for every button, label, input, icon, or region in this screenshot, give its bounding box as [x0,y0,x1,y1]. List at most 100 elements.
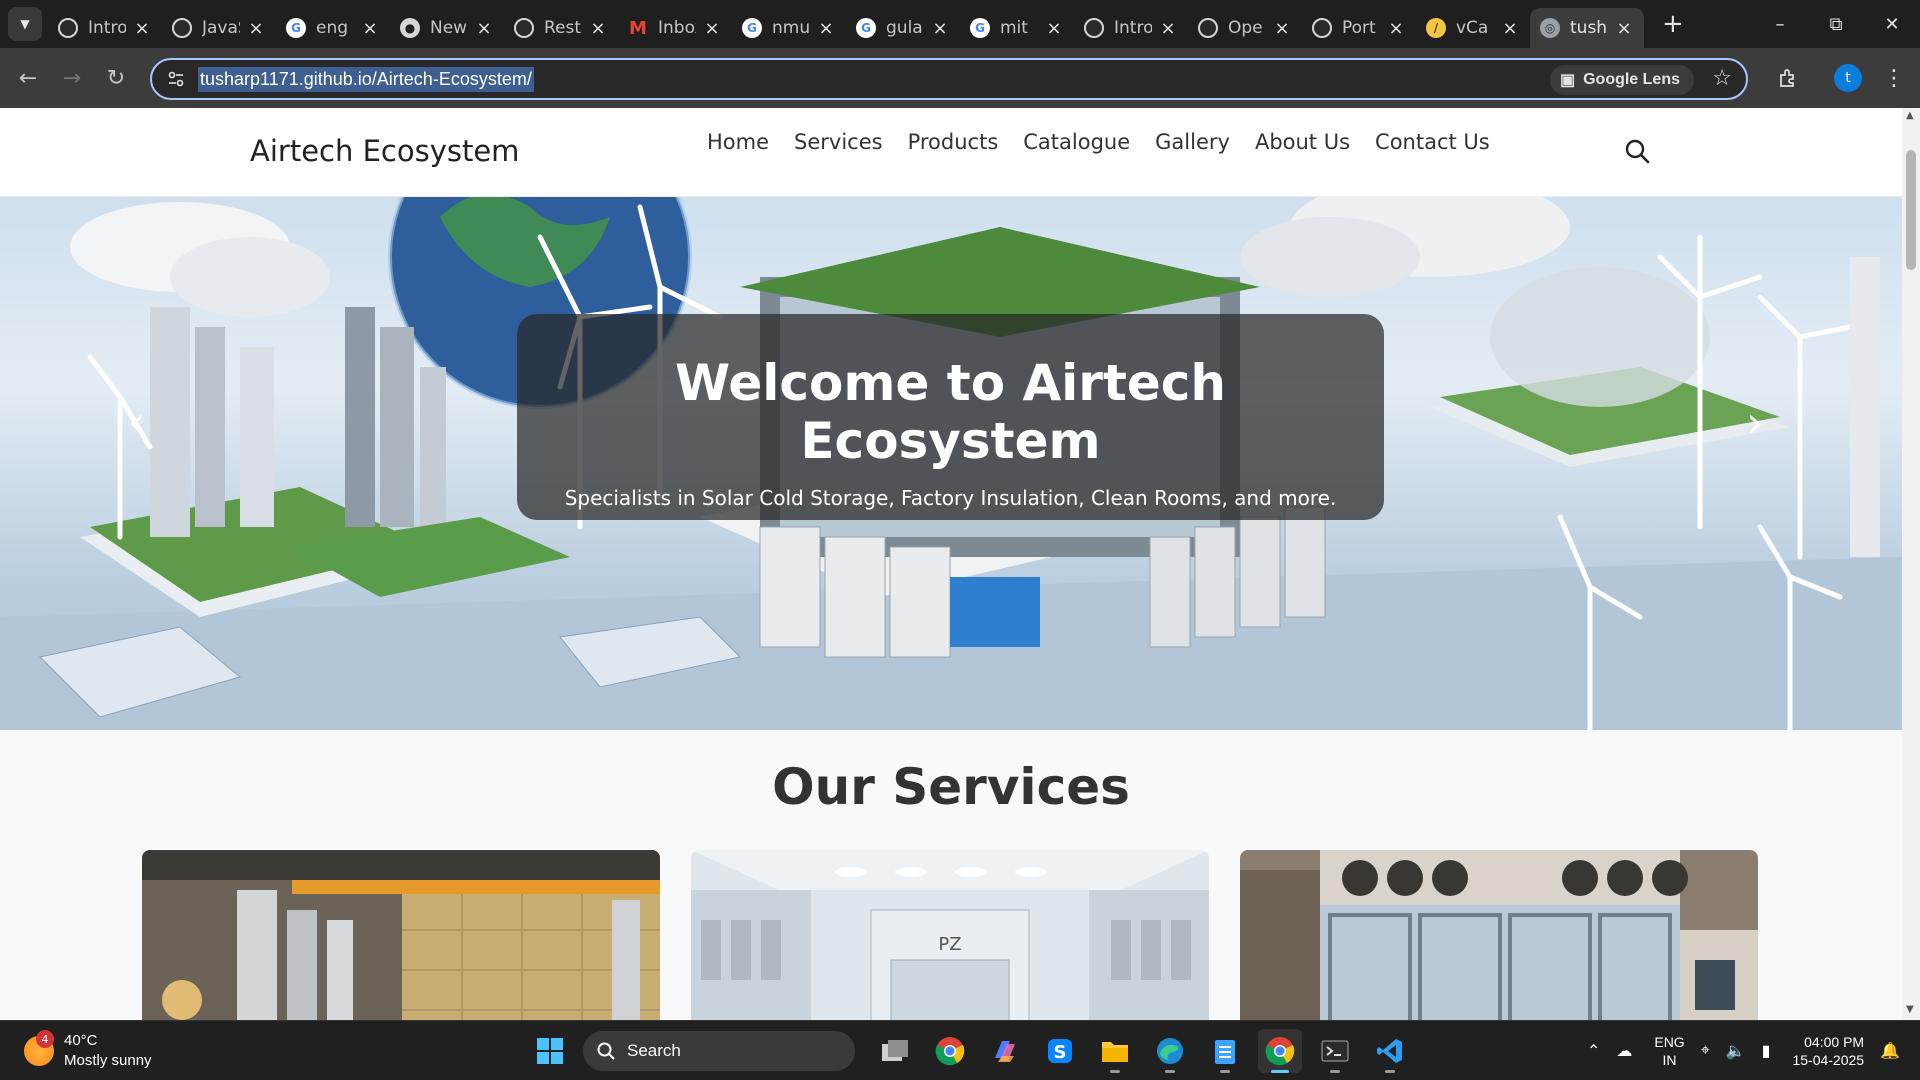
chatgpt-icon [514,18,534,38]
close-tab-icon[interactable]: × [930,18,950,39]
google-lens-button[interactable]: ▣ Google Lens [1549,65,1694,95]
vscode-taskbar-app[interactable] [1368,1029,1412,1073]
service-card-clean-rooms[interactable]: PZ [691,850,1209,1020]
chevron-up-icon[interactable]: ⌃ [1587,1041,1600,1061]
terminal-icon [1321,1040,1349,1062]
close-tab-icon[interactable]: × [132,18,152,39]
battery-icon[interactable]: ▮ [1762,1041,1771,1061]
carousel-next-icon[interactable]: › [1746,397,1764,448]
close-tab-icon[interactable]: × [702,18,722,39]
file-explorer-taskbar-app[interactable] [1093,1029,1137,1073]
close-tab-icon[interactable]: × [816,18,836,39]
copilot-taskbar-app[interactable] [983,1029,1027,1073]
tab-title: nmu [772,18,810,38]
google-icon: G [856,18,876,38]
browser-tab[interactable]: Rest × [504,8,618,48]
close-tab-icon[interactable]: × [1272,18,1292,39]
service-card-cold-storage[interactable] [1240,850,1758,1020]
reload-button[interactable]: ↻ [94,56,138,100]
volume-icon[interactable]: 🔈 [1726,1041,1746,1061]
wifi-icon[interactable]: ⌖ [1701,1042,1710,1060]
browser-tab[interactable]: Port × [1302,8,1416,48]
notepad-taskbar-app[interactable] [1203,1029,1247,1073]
browser-tab[interactable]: Geng × [276,8,390,48]
nav-link-home[interactable]: Home [707,130,769,154]
start-button[interactable] [528,1029,572,1073]
browser-tab[interactable]: Ggula × [846,8,960,48]
vcard-icon: / [1426,18,1446,38]
extensions-icon[interactable] [1768,58,1808,98]
address-bar[interactable]: tusharp1171.github.io/Airtech-Ecosystem/… [150,58,1748,100]
task-view-button[interactable] [873,1029,917,1073]
onedrive-icon[interactable]: ☁ [1616,1041,1632,1061]
tab-title: Port [1342,18,1376,38]
close-tab-icon[interactable]: × [246,18,266,39]
language-indicator[interactable]: ENG IN [1654,1033,1684,1069]
profile-avatar[interactable]: t [1834,64,1862,92]
url-text[interactable]: tusharp1171.github.io/Airtech-Ecosystem/ [198,66,534,92]
browser-tab[interactable]: Ope × [1188,8,1302,48]
taskbar-search[interactable]: Search [583,1031,855,1071]
forward-button[interactable]: → [50,56,94,100]
minimize-button[interactable]: – [1752,0,1808,48]
clock-date: 15-04-2025 [1792,1052,1865,1068]
nav-link-contact-us[interactable]: Contact Us [1375,130,1490,154]
site-info-icon[interactable] [156,69,196,89]
edge-taskbar-app[interactable] [1148,1029,1192,1073]
nav-link-services[interactable]: Services [794,130,883,154]
close-tab-icon[interactable]: × [588,18,608,39]
carousel-prev-icon[interactable]: ‹ [128,397,146,448]
browser-tab[interactable]: Gnmu × [732,8,846,48]
skype-taskbar-app[interactable]: S [1038,1029,1082,1073]
tab-title: mit [1000,18,1028,38]
nav-link-about-us[interactable]: About Us [1255,130,1350,154]
kebab-menu-icon[interactable]: ⋮ [1880,60,1908,96]
terminal-taskbar-app[interactable] [1313,1029,1357,1073]
maximize-button[interactable]: ⧉ [1808,0,1864,48]
close-tab-icon[interactable]: × [1500,18,1520,39]
github-icon: ● [400,18,420,38]
browser-tab[interactable]: Gmit × [960,8,1074,48]
close-tab-icon[interactable]: × [1614,18,1634,39]
close-tab-icon[interactable]: × [1158,18,1178,39]
site-brand[interactable]: Airtech Ecosystem [250,134,519,168]
tab-title: Intro [1114,18,1152,38]
taskbar-search-label: Search [627,1041,681,1060]
close-window-button[interactable]: ✕ [1864,0,1920,48]
bookmark-star-icon[interactable]: ☆ [1712,66,1732,91]
chrome-taskbar-app[interactable] [928,1029,972,1073]
back-button[interactable]: ← [6,56,50,100]
browser-tab[interactable]: Introduction × [48,8,162,48]
browser-tab[interactable]: JavaScript × [162,8,276,48]
scrollbar-thumb[interactable] [1906,150,1916,270]
tab-title: gula [886,18,923,38]
skype-icon: S [1048,1039,1072,1063]
browser-tab[interactable]: ● New × [390,8,504,48]
close-tab-icon[interactable]: × [360,18,380,39]
browser-tab[interactable]: Intro × [1074,8,1188,48]
close-tab-icon[interactable]: × [1386,18,1406,39]
close-tab-icon[interactable]: × [1044,18,1064,39]
notifications-icon[interactable]: 🔔 [1880,1041,1900,1061]
weather-widget[interactable]: 4 40°C Mostly sunny [24,1030,152,1071]
browser-tab[interactable]: M Inbox × [618,8,732,48]
clock[interactable]: 04:00 PM 15-04-2025 [1792,1033,1864,1069]
scroll-down-icon[interactable]: ▼ [1906,1004,1914,1015]
weather-badge: 4 [36,1030,54,1048]
scroll-up-icon[interactable]: ▲ [1906,110,1914,121]
browser-tab[interactable]: ◎ tush × [1530,8,1644,48]
new-tab-button[interactable]: + [1662,9,1684,39]
tab-title: Inbox [658,18,696,38]
browser-tab[interactable]: / vCa × [1416,8,1530,48]
chatgpt-icon [1198,18,1218,38]
chrome-active-taskbar-app[interactable] [1258,1029,1302,1073]
tab-search-button[interactable]: ▼ [8,7,42,41]
service-card-factory-insulation[interactable] [142,850,660,1020]
close-tab-icon[interactable]: × [474,18,494,39]
search-icon[interactable] [1624,138,1650,168]
nav-link-catalogue[interactable]: Catalogue [1023,130,1130,154]
page-scrollbar[interactable]: ▲ ▼ [1902,108,1920,1020]
nav-link-gallery[interactable]: Gallery [1155,130,1230,154]
chatgpt-icon [172,18,192,38]
nav-link-products[interactable]: Products [908,130,999,154]
